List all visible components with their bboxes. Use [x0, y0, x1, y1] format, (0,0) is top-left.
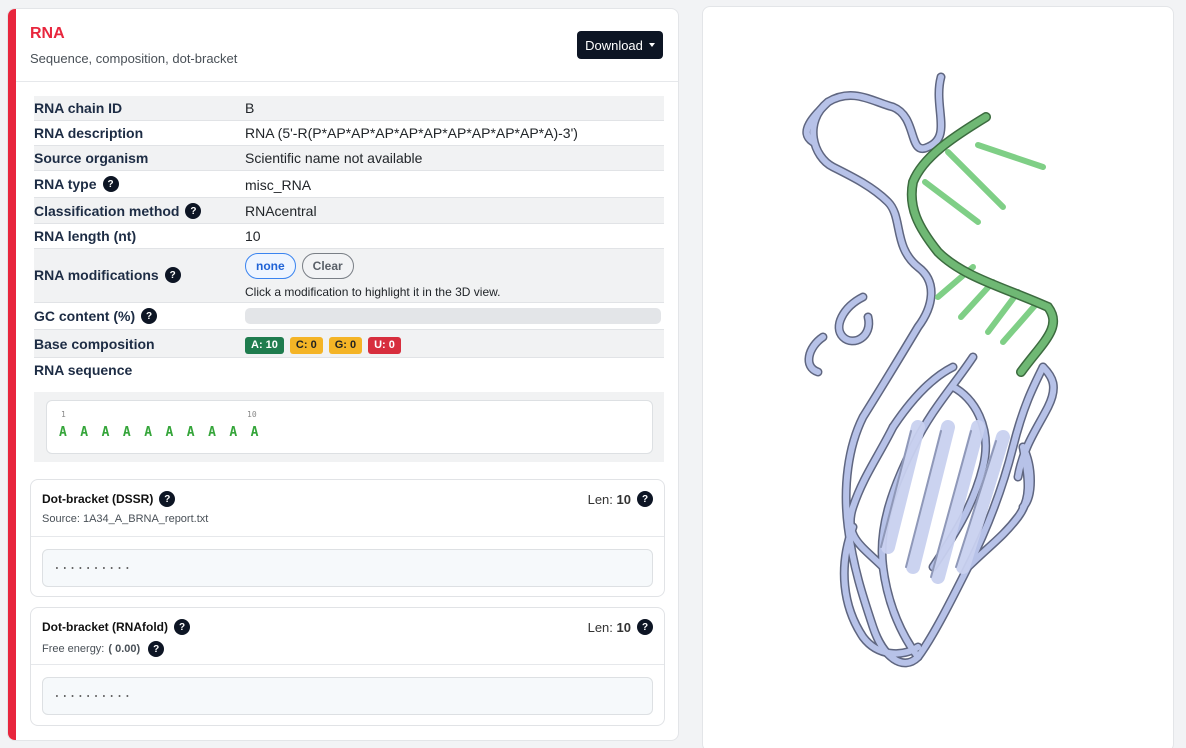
badge-c: C: 0 — [289, 336, 323, 354]
energy-value: ( 0.00) — [108, 643, 141, 655]
row-description: RNA description RNA (5'-R(P*AP*AP*AP*AP*… — [34, 121, 664, 146]
nucleotide[interactable]: A — [102, 425, 123, 440]
rna-strand — [906, 112, 1059, 377]
dssr-len-label: Len: — [587, 491, 613, 507]
energy-label: Free energy: — [42, 643, 105, 655]
rna-info-table: RNA chain ID B RNA description RNA (5'-R… — [34, 96, 664, 383]
modification-pills: none Clear — [245, 253, 354, 279]
row-composition: Base composition A: 10 C: 0 G: 0 U: 0 — [34, 330, 664, 358]
download-label: Download — [585, 37, 643, 53]
modification-none-button[interactable]: none — [245, 253, 296, 279]
rna-type-label: RNA type — [34, 176, 97, 192]
rna-type-value: misc_RNA — [245, 177, 312, 193]
help-icon[interactable]: ? — [174, 619, 190, 635]
row-length: RNA length (nt) 10 — [34, 224, 664, 249]
rna-panel: RNA Sequence, composition, dot-bracket D… — [7, 8, 679, 741]
nucleotide[interactable]: A — [123, 425, 144, 440]
badge-g: G: 0 — [328, 336, 363, 354]
caret-down-icon — [648, 43, 655, 47]
gc-progress-bar — [245, 308, 661, 324]
organism-value: Scientific name not available — [245, 150, 423, 166]
badge-u: U: 0 — [368, 336, 401, 354]
row-organism: Source organism Scientific name not avai… — [34, 146, 664, 171]
composition-label: Base composition — [34, 336, 155, 352]
row-classification: Classification method ? RNAcentral — [34, 198, 664, 224]
dssr-title: Dot-bracket (DSSR) — [42, 492, 154, 506]
help-icon[interactable]: ? — [164, 267, 181, 283]
dssr-title-wrap: Dot-bracket (DSSR) ? — [42, 491, 176, 507]
download-button[interactable]: Download — [577, 31, 663, 59]
description-label: RNA description — [34, 125, 144, 141]
row-rna-type: RNA type ? misc_RNA — [34, 171, 664, 198]
gc-label: GC content (%) — [34, 308, 136, 324]
help-icon[interactable]: ? — [141, 308, 158, 324]
dssr-card-header: Dot-bracket (DSSR) ? Source: 1A34_A_BRNA… — [31, 480, 664, 537]
page-title: RNA — [30, 25, 65, 42]
sequence-label: RNA sequence — [34, 362, 133, 378]
rnafold-card-header: Dot-bracket (RNAfold) ? Free energy: ( 0… — [31, 608, 664, 665]
classification-label-wrap: Classification method ? — [34, 203, 202, 219]
rnafold-len-label: Len: — [587, 619, 613, 635]
rnafold-card: Dot-bracket (RNAfold) ? Free energy: ( 0… — [30, 607, 665, 726]
rna-panel-header: RNA Sequence, composition, dot-bracket D… — [16, 9, 678, 82]
nucleotide[interactable]: A — [144, 425, 165, 440]
rnafold-length: Len: 10 ? — [588, 619, 653, 635]
sequence-end-number: 10 — [247, 410, 257, 419]
classification-value: RNAcentral — [245, 203, 317, 219]
organism-label: Source organism — [34, 150, 149, 166]
help-icon[interactable]: ? — [148, 641, 165, 657]
rnafold-title-wrap: Dot-bracket (RNAfold) ? — [42, 619, 190, 635]
help-icon[interactable]: ? — [185, 203, 202, 219]
dssr-length: Len: 10 ? — [588, 491, 653, 507]
row-chain-id: RNA chain ID B — [34, 96, 664, 121]
nucleotide[interactable]: A — [59, 425, 80, 440]
classification-label: Classification method — [34, 203, 180, 219]
nucleotide[interactable]: A — [251, 425, 272, 440]
badge-a: A: 10 — [245, 336, 284, 354]
sequence-section: 1 10 AAAAAAAAAA — [34, 392, 664, 462]
help-icon[interactable]: ? — [102, 176, 119, 192]
rna-type-label-wrap: RNA type ? — [34, 176, 119, 192]
chain-id-label: RNA chain ID — [34, 100, 123, 116]
page-subtitle: Sequence, composition, dot-bracket — [30, 51, 238, 66]
gc-label-wrap: GC content (%) ? — [34, 308, 158, 324]
row-sequence: RNA sequence — [34, 358, 664, 383]
nucleotide[interactable]: A — [208, 425, 229, 440]
dssr-card: Dot-bracket (DSSR) ? Source: 1A34_A_BRNA… — [30, 479, 665, 597]
row-gc-content: GC content (%) ? — [34, 303, 664, 330]
rnafold-len-value: 10 — [616, 619, 631, 635]
modifications-label-wrap: RNA modifications ? — [34, 267, 181, 283]
help-icon[interactable]: ? — [159, 491, 176, 507]
nucleotide[interactable]: A — [229, 425, 250, 440]
rnafold-dot-bracket: .......... — [42, 677, 653, 715]
nucleotide[interactable]: A — [165, 425, 186, 440]
help-icon[interactable]: ? — [637, 619, 653, 635]
chain-id-value: B — [245, 100, 255, 116]
row-modifications: RNA modifications ? none Clear Click a m… — [34, 249, 664, 303]
sequence-letters: AAAAAAAAAA — [59, 425, 272, 440]
structure-3d-view[interactable] — [703, 7, 1174, 748]
nucleotide[interactable]: A — [187, 425, 208, 440]
nucleotide[interactable]: A — [80, 425, 101, 440]
modification-clear-button[interactable]: Clear — [301, 253, 354, 279]
help-icon[interactable]: ? — [637, 491, 653, 507]
composition-badges: A: 10 C: 0 G: 0 U: 0 — [245, 335, 407, 354]
rnafold-title: Dot-bracket (RNAfold) — [42, 620, 168, 634]
length-label: RNA length (nt) — [34, 228, 137, 244]
dssr-dot-bracket: .......... — [42, 549, 653, 587]
accent-bar — [8, 9, 16, 740]
rnafold-energy: Free energy: ( 0.00) ? — [42, 641, 165, 657]
sequence-start-number: 1 — [61, 410, 66, 419]
structure-viewer-panel[interactable] — [702, 6, 1174, 748]
dssr-len-value: 10 — [616, 491, 631, 507]
dssr-source: Source: 1A34_A_BRNA_report.txt — [42, 513, 209, 525]
length-value: 10 — [245, 228, 261, 244]
sequence-viewer: 1 10 AAAAAAAAAA — [46, 400, 653, 454]
modification-hint: Click a modification to highlight it in … — [245, 285, 501, 299]
modifications-label: RNA modifications — [34, 267, 159, 283]
description-value: RNA (5'-R(P*AP*AP*AP*AP*AP*AP*AP*AP*AP*A… — [245, 125, 578, 141]
